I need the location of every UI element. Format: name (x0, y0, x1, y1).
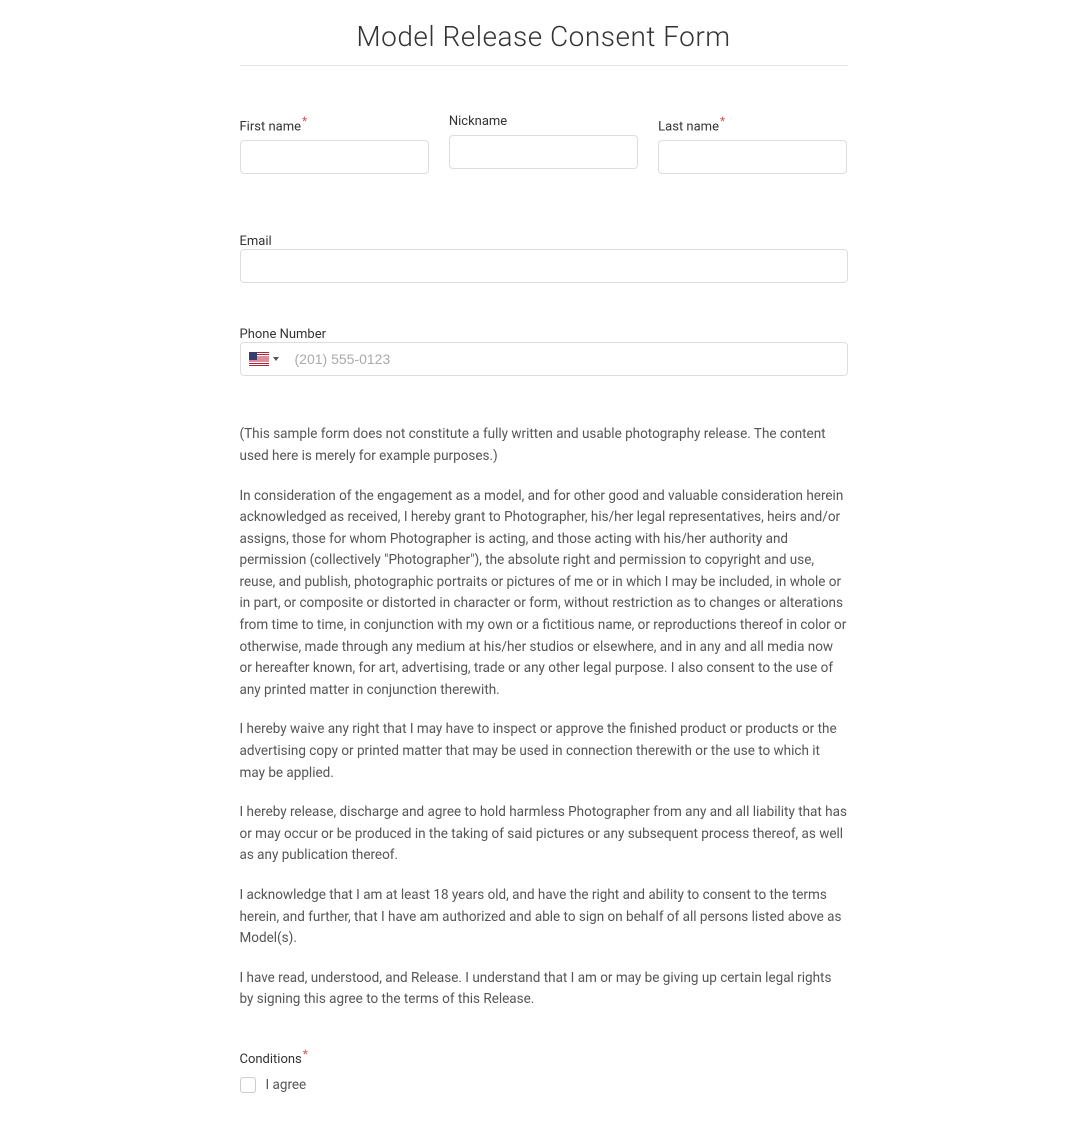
conditions-section: Conditions* I agree (240, 1047, 848, 1093)
form-container: Model Release Consent Form First name* N… (224, 0, 864, 1133)
first-name-input[interactable] (240, 140, 429, 174)
last-name-input[interactable] (658, 140, 847, 174)
name-section: First name* Nickname Last name* (240, 114, 848, 174)
agree-checkbox[interactable] (240, 1077, 256, 1093)
conditions-label: Conditions* (240, 1052, 308, 1067)
country-flag-selector[interactable] (241, 352, 287, 366)
checkbox-row: I agree (240, 1077, 848, 1093)
nickname-group: Nickname (449, 114, 638, 174)
email-input[interactable] (240, 249, 848, 283)
required-marker: * (302, 114, 307, 128)
required-marker: * (303, 1047, 308, 1061)
last-name-label-text: Last name (658, 119, 719, 134)
release-text: (This sample form does not constitute a … (240, 424, 848, 1011)
phone-section: Phone Number (240, 323, 848, 376)
page-title: Model Release Consent Form (240, 20, 848, 66)
last-name-label: Last name* (658, 114, 847, 134)
required-marker: * (720, 114, 725, 128)
chevron-down-icon (273, 357, 279, 361)
conditions-label-text: Conditions (240, 1052, 302, 1067)
us-flag-icon (249, 352, 269, 366)
paragraph-2: In consideration of the engagement as a … (240, 486, 848, 702)
first-name-group: First name* (240, 114, 429, 174)
paragraph-3: I hereby waive any right that I may have… (240, 719, 848, 784)
phone-label: Phone Number (240, 327, 327, 342)
email-label: Email (240, 234, 272, 249)
paragraph-6: I have read, understood, and Release. I … (240, 968, 848, 1011)
paragraph-4: I hereby release, discharge and agree to… (240, 802, 848, 867)
agree-checkbox-label: I agree (266, 1077, 307, 1093)
name-row: First name* Nickname Last name* (240, 114, 848, 174)
nickname-input[interactable] (449, 135, 638, 169)
phone-input-wrapper (240, 342, 848, 376)
email-section: Email (240, 230, 848, 283)
paragraph-5: I acknowledge that I am at least 18 year… (240, 885, 848, 950)
last-name-group: Last name* (658, 114, 847, 174)
nickname-label: Nickname (449, 114, 638, 129)
phone-input[interactable] (287, 343, 847, 375)
paragraph-1: (This sample form does not constitute a … (240, 424, 848, 467)
first-name-label: First name* (240, 114, 429, 134)
first-name-label-text: First name (240, 119, 301, 134)
